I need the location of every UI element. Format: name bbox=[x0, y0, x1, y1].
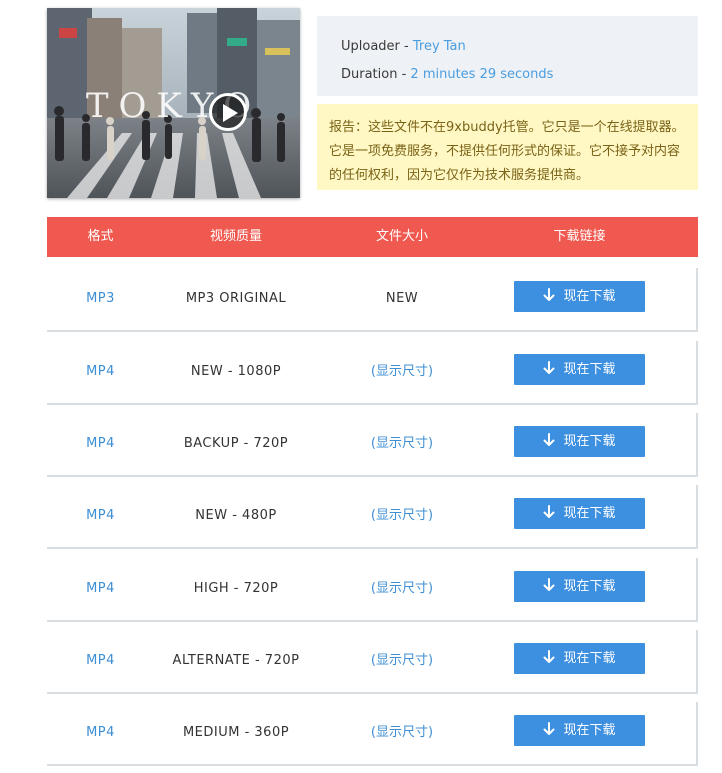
duration-label: Duration - bbox=[341, 67, 411, 82]
download-now-button[interactable]: 现在下载 bbox=[514, 571, 645, 602]
format-link[interactable]: MP3 bbox=[47, 268, 154, 330]
download-now-button[interactable]: 现在下载 bbox=[514, 354, 645, 385]
table-row: MP4 HIGH - 720P (显示尺寸) 现在下载 bbox=[47, 558, 698, 622]
uploader-label: Uploader - bbox=[341, 39, 413, 54]
download-arrow-icon bbox=[543, 722, 555, 735]
download-arrow-icon bbox=[543, 433, 555, 446]
play-icon bbox=[223, 104, 238, 122]
uploader-line: Uploader - Trey Tan bbox=[341, 33, 698, 61]
format-link[interactable]: MP4 bbox=[47, 413, 154, 475]
header-size: 文件大小 bbox=[375, 229, 428, 244]
table-row: MP4 NEW - 1080P (显示尺寸) 现在下载 bbox=[47, 341, 698, 405]
show-size-link[interactable]: (显示尺寸) bbox=[317, 630, 487, 692]
header-download: 下载链接 bbox=[553, 229, 606, 244]
duration-line: Duration - 2 minutes 29 seconds bbox=[341, 61, 698, 89]
show-size-link[interactable]: (显示尺寸) bbox=[317, 341, 487, 403]
download-now-button[interactable]: 现在下载 bbox=[514, 281, 645, 312]
show-size-link[interactable]: (显示尺寸) bbox=[317, 558, 487, 620]
format-link[interactable]: MP4 bbox=[47, 630, 154, 692]
quality-label: NEW - 480P bbox=[195, 508, 277, 523]
format-link[interactable]: MP4 bbox=[47, 558, 154, 620]
download-button-label: 现在下载 bbox=[563, 506, 616, 521]
download-button-label: 现在下载 bbox=[563, 289, 616, 304]
table-row: MP4 ALTERNATE - 720P (显示尺寸) 现在下载 bbox=[47, 630, 698, 694]
quality-label: MEDIUM - 360P bbox=[182, 725, 290, 740]
download-now-button[interactable]: 现在下载 bbox=[514, 426, 645, 457]
download-button-label: 现在下载 bbox=[563, 579, 616, 594]
download-now-button[interactable]: 现在下载 bbox=[514, 643, 645, 674]
quality-label: NEW - 1080P bbox=[190, 364, 282, 379]
uploader-link[interactable]: Trey Tan bbox=[413, 39, 466, 54]
show-size-link[interactable]: (显示尺寸) bbox=[317, 702, 487, 764]
format-link[interactable]: MP4 bbox=[47, 485, 154, 547]
header-format: 格式 bbox=[87, 229, 114, 244]
download-arrow-icon bbox=[543, 505, 555, 518]
download-button-label: 现在下载 bbox=[563, 723, 616, 738]
table-row: MP4 NEW - 480P (显示尺寸) 现在下载 bbox=[47, 485, 698, 549]
quality-label: BACKUP - 720P bbox=[183, 436, 289, 451]
table-row: MP3 MP3 ORIGINAL NEW 现在下载 bbox=[47, 268, 698, 332]
show-size-link[interactable]: (显示尺寸) bbox=[317, 413, 487, 475]
disclaimer-notice: 报告：这些文件不在9xbuddy托管。它只是一个在线提取器。它是一项免费服务，不… bbox=[317, 104, 698, 190]
table-row: MP4 BACKUP - 720P (显示尺寸) 现在下载 bbox=[47, 413, 698, 477]
thumbnail-caption: TOKYO bbox=[85, 86, 262, 126]
download-button-label: 现在下载 bbox=[563, 651, 616, 666]
quality-label: HIGH - 720P bbox=[193, 581, 279, 596]
file-size: NEW bbox=[385, 291, 419, 306]
download-now-button[interactable]: 现在下载 bbox=[514, 498, 645, 529]
table-header: 格式 视频质量 文件大小 下载链接 bbox=[47, 217, 698, 257]
download-arrow-icon bbox=[543, 650, 555, 663]
format-link[interactable]: MP4 bbox=[47, 341, 154, 403]
download-button-label: 现在下载 bbox=[563, 434, 616, 449]
video-thumbnail[interactable]: TOKYO bbox=[47, 8, 300, 198]
play-button[interactable] bbox=[209, 93, 247, 131]
download-button-label: 现在下载 bbox=[563, 362, 616, 377]
download-arrow-icon bbox=[543, 361, 555, 374]
show-size-link[interactable]: (显示尺寸) bbox=[317, 485, 487, 547]
video-meta-panel: Uploader - Trey Tan Duration - 2 minutes… bbox=[317, 16, 698, 96]
duration-value: 2 minutes 29 seconds bbox=[410, 67, 554, 82]
download-now-button[interactable]: 现在下载 bbox=[514, 715, 645, 746]
download-arrow-icon bbox=[543, 288, 555, 301]
header-quality: 视频质量 bbox=[209, 229, 262, 244]
download-arrow-icon bbox=[543, 578, 555, 591]
quality-label: MP3 ORIGINAL bbox=[185, 291, 287, 306]
table-row: MP4 MEDIUM - 360P (显示尺寸) 现在下载 bbox=[47, 702, 698, 766]
quality-label: ALTERNATE - 720P bbox=[172, 653, 300, 668]
format-link[interactable]: MP4 bbox=[47, 702, 154, 764]
